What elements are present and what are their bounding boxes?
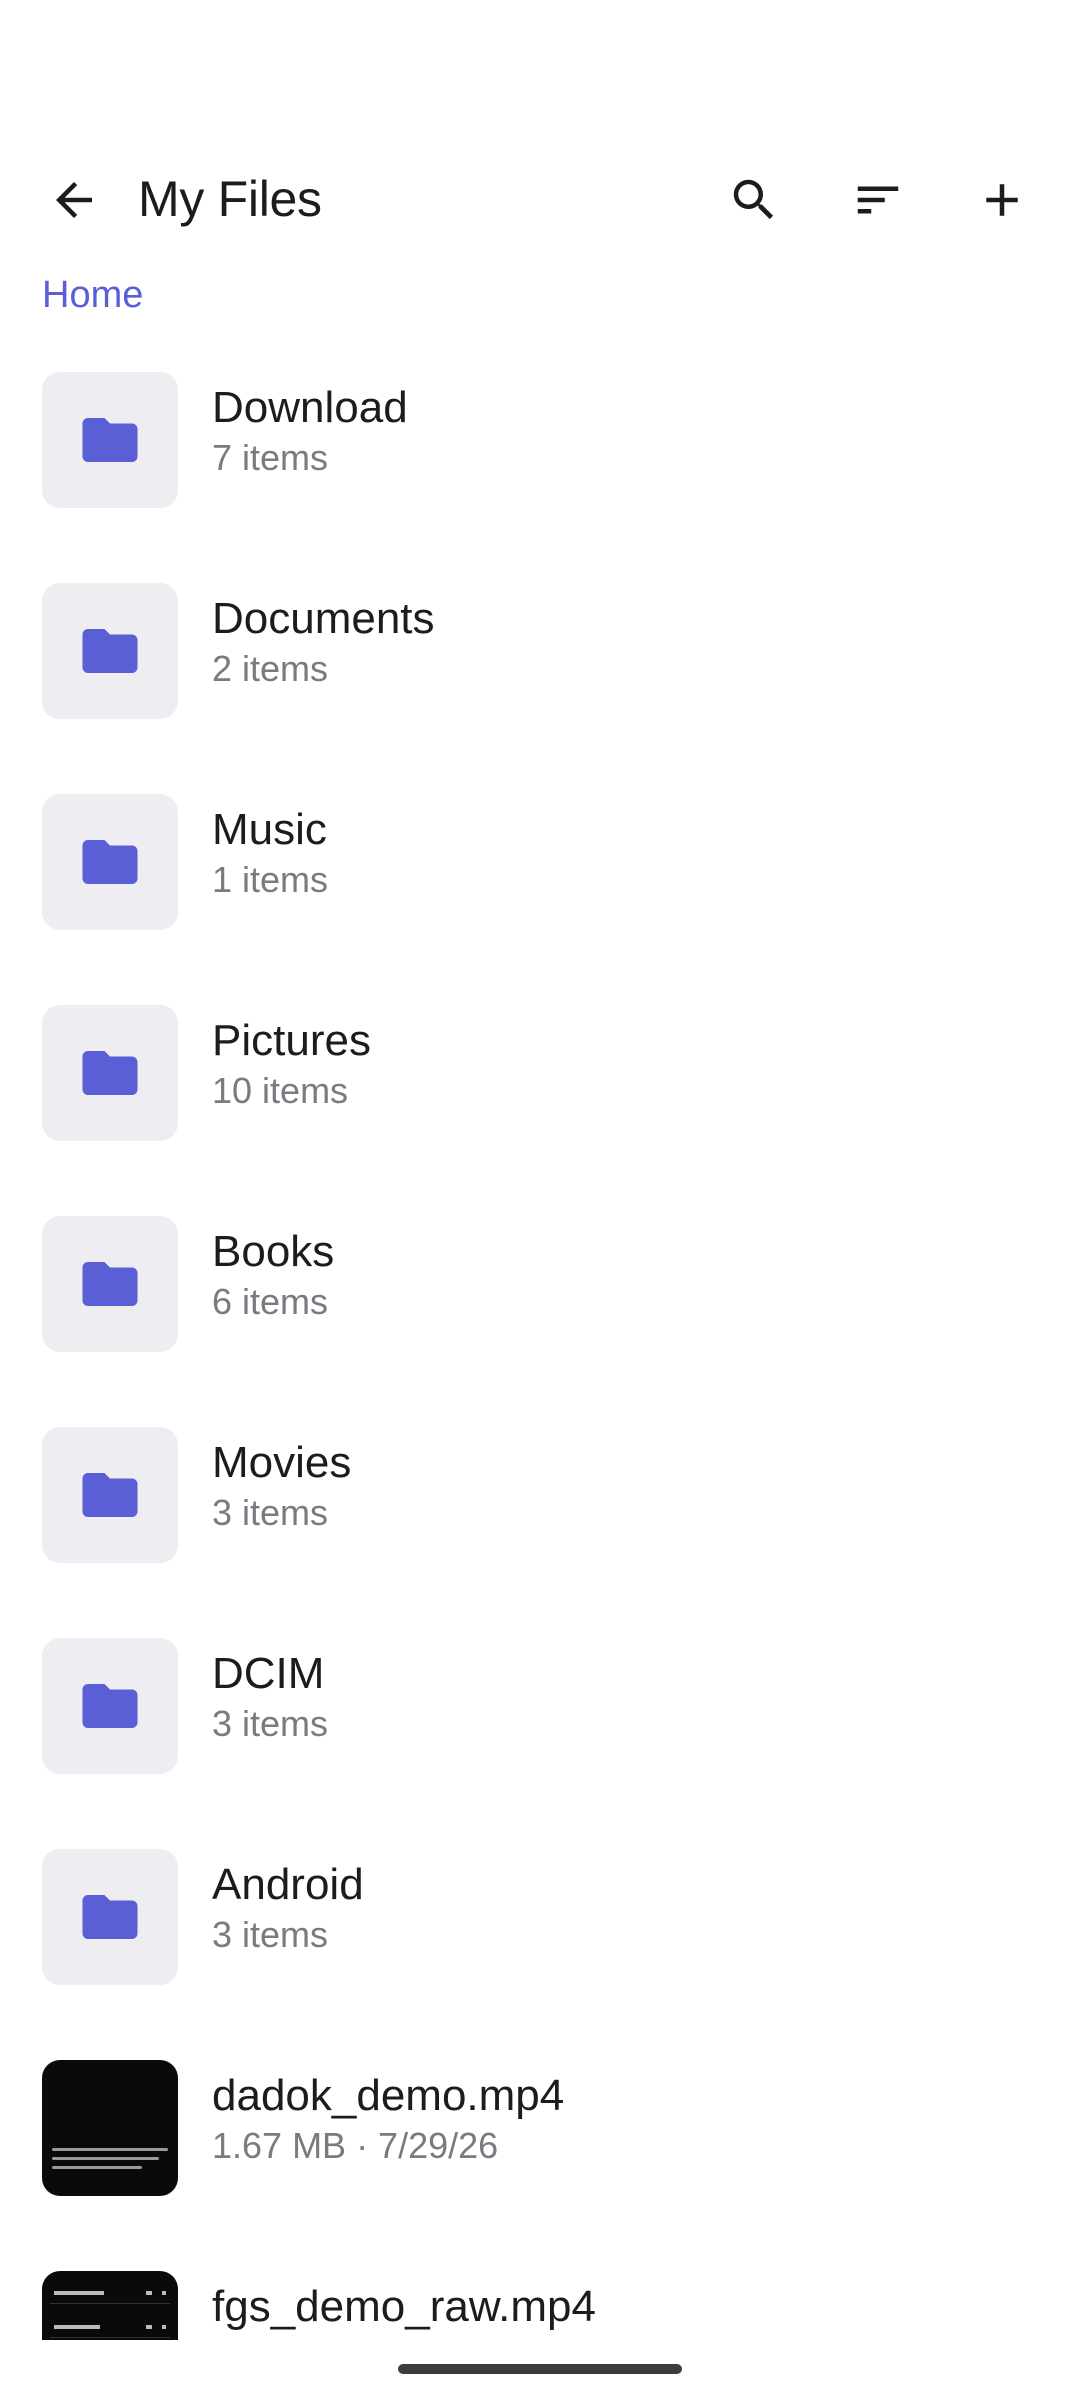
page-title: My Files bbox=[138, 171, 322, 227]
folder-tile bbox=[42, 1216, 178, 1352]
folder-icon bbox=[82, 840, 138, 884]
list-item-books[interactable]: Books 6 items bbox=[0, 1204, 1080, 1415]
list-item-dadok-demo[interactable]: dadok_demo.mp4 1.67 MB · 7/29/26 bbox=[0, 2048, 1080, 2259]
folder-icon bbox=[82, 1684, 138, 1728]
item-name: dadok_demo.mp4 bbox=[212, 2071, 565, 2120]
folder-icon bbox=[82, 1051, 138, 1095]
folder-tile bbox=[42, 1849, 178, 1985]
item-name: Movies bbox=[212, 1438, 352, 1487]
arrow-left-icon bbox=[56, 182, 92, 218]
item-meta: 3 items bbox=[212, 1914, 329, 1955]
sort-button[interactable] bbox=[830, 152, 926, 248]
item-name: Music bbox=[212, 805, 327, 854]
folder-icon bbox=[82, 418, 138, 462]
back-button[interactable] bbox=[26, 152, 122, 248]
item-name: DCIM bbox=[212, 1649, 325, 1698]
list-item-dcim[interactable]: DCIM 3 items bbox=[0, 1626, 1080, 1837]
item-meta: 1 items bbox=[212, 859, 329, 900]
item-name: Download bbox=[212, 383, 408, 432]
breadcrumb-home[interactable]: Home bbox=[42, 274, 143, 317]
folder-icon bbox=[82, 1262, 138, 1306]
item-meta: 3 items bbox=[212, 1703, 329, 1744]
list-item-fgs-demo-raw[interactable]: fgs_demo_raw.mp4 bbox=[0, 2259, 1080, 2340]
list-item-download[interactable]: Download 7 items bbox=[0, 360, 1080, 571]
list-item-android[interactable]: Android 3 items bbox=[0, 1837, 1080, 2048]
file-list: Download 7 items Documents 2 items Music… bbox=[0, 360, 1080, 2340]
status-bar bbox=[0, 0, 1080, 130]
item-meta: 10 items bbox=[212, 1070, 349, 1111]
item-meta: 7 items bbox=[212, 437, 329, 478]
item-name: Books bbox=[212, 1227, 335, 1276]
video-preview-row bbox=[50, 2319, 170, 2338]
item-name: Android bbox=[212, 1860, 364, 1909]
item-meta: 2 items bbox=[212, 648, 329, 689]
video-thumbnail bbox=[42, 2060, 178, 2196]
list-item-pictures[interactable]: Pictures 10 items bbox=[0, 993, 1080, 1204]
item-meta: 6 items bbox=[212, 1281, 329, 1322]
folder-icon bbox=[82, 629, 138, 673]
video-thumbnail bbox=[42, 2271, 178, 2340]
item-name: Pictures bbox=[212, 1016, 371, 1065]
video-preview-text-lines bbox=[52, 2148, 168, 2175]
add-button[interactable] bbox=[954, 152, 1050, 248]
item-meta: 3 items bbox=[212, 1492, 329, 1533]
item-meta: 1.67 MB · 7/29/26 bbox=[212, 2125, 499, 2166]
folder-tile bbox=[42, 1427, 178, 1563]
item-name: fgs_demo_raw.mp4 bbox=[212, 2282, 596, 2331]
plus-icon bbox=[986, 184, 1018, 216]
folder-tile bbox=[42, 794, 178, 930]
top-app-bar: My Files bbox=[0, 140, 1080, 260]
folder-icon bbox=[82, 1895, 138, 1939]
folder-icon bbox=[82, 1473, 138, 1517]
list-item-music[interactable]: Music 1 items bbox=[0, 782, 1080, 993]
folder-tile bbox=[42, 583, 178, 719]
video-preview-row bbox=[50, 2285, 170, 2304]
folder-tile bbox=[42, 1005, 178, 1141]
item-name: Documents bbox=[212, 594, 435, 643]
folder-tile bbox=[42, 1638, 178, 1774]
search-button[interactable] bbox=[706, 152, 802, 248]
list-item-documents[interactable]: Documents 2 items bbox=[0, 571, 1080, 782]
search-icon bbox=[733, 179, 774, 220]
gesture-navigation-bar[interactable] bbox=[398, 2364, 682, 2374]
sort-icon bbox=[857, 186, 899, 214]
folder-tile bbox=[42, 372, 178, 508]
list-item-movies[interactable]: Movies 3 items bbox=[0, 1415, 1080, 1626]
